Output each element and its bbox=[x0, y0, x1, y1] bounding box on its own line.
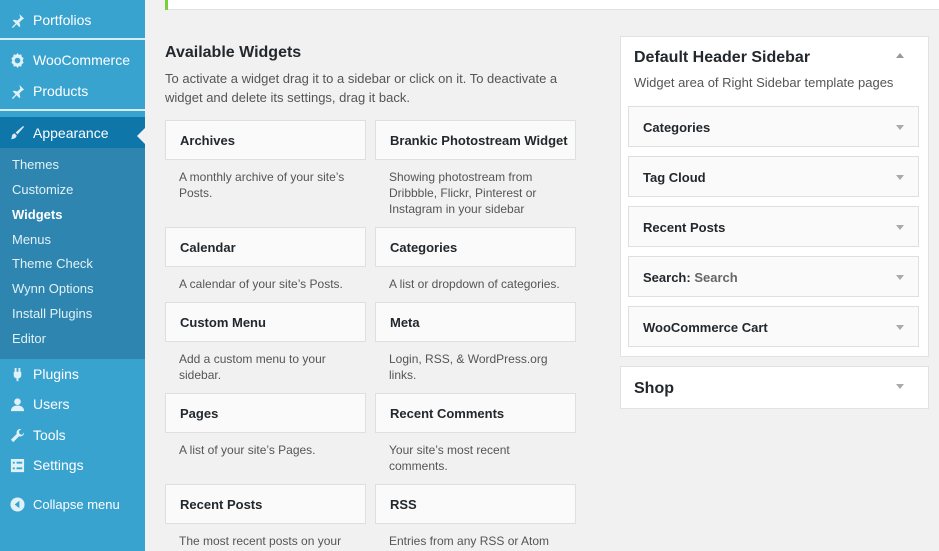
user-icon bbox=[9, 396, 25, 412]
pin-icon bbox=[9, 12, 25, 28]
submenu-item-widgets[interactable]: Widgets bbox=[12, 207, 62, 222]
menu-item-portfolios[interactable]: Portfolios bbox=[0, 8, 145, 32]
widget-description: The most recent posts on your bbox=[179, 534, 342, 548]
expand-down-icon[interactable] bbox=[896, 325, 904, 330]
menu-item-tools[interactable]: Tools bbox=[0, 423, 145, 447]
sidebar-widget-tag-cloud[interactable]: Tag Cloud bbox=[628, 156, 919, 197]
widget-title: Recent Comments bbox=[390, 406, 505, 421]
widget-recent-comments[interactable]: Recent Comments bbox=[375, 393, 576, 433]
widget-title: Categories bbox=[390, 240, 458, 255]
sidebar-widget-search[interactable]: Search: Search bbox=[628, 256, 919, 297]
widget-title-name: Search bbox=[643, 270, 687, 285]
widget-title: Recent Posts bbox=[643, 220, 726, 235]
submenu-item-editor[interactable]: Editor bbox=[12, 331, 46, 346]
widget-recent-posts[interactable]: Recent Posts bbox=[165, 484, 366, 524]
widget-meta[interactable]: Meta bbox=[375, 302, 576, 342]
widget-title: Search: Search bbox=[643, 270, 738, 285]
menu-item-label: Tools bbox=[33, 427, 66, 443]
collapse-menu-button[interactable]: Collapse menu bbox=[0, 492, 145, 516]
submenu-item-menus[interactable]: Menus bbox=[12, 232, 51, 247]
sidebar-area-title: Shop bbox=[634, 380, 674, 397]
sidebar-widget-woocommerce-cart[interactable]: WooCommerce Cart bbox=[628, 306, 919, 347]
notice-accent-bar bbox=[165, 0, 168, 10]
widget-title: Meta bbox=[390, 315, 420, 330]
widget-description: Your site’s most recent comments. bbox=[389, 443, 510, 473]
widget-title: Custom Menu bbox=[180, 315, 266, 330]
current-menu-arrow bbox=[137, 128, 145, 144]
widget-title: Recent Posts bbox=[180, 497, 263, 512]
widget-title: Calendar bbox=[180, 240, 236, 255]
gear-icon bbox=[9, 52, 25, 68]
sidebar-area-description: Widget area of Right Sidebar template pa… bbox=[634, 75, 894, 90]
menu-separator bbox=[0, 109, 145, 111]
widget-description: Add a custom menu to your sidebar. bbox=[179, 352, 326, 382]
widget-rss[interactable]: RSS bbox=[375, 484, 576, 524]
pin-icon bbox=[9, 83, 25, 99]
widget-description: Login, RSS, & WordPress.org links. bbox=[389, 352, 548, 382]
collapse-icon bbox=[9, 496, 25, 512]
widget-archives[interactable]: Archives bbox=[165, 120, 366, 160]
sidebar-area-shop[interactable]: Shop bbox=[620, 366, 929, 409]
wrench-icon bbox=[9, 427, 25, 443]
admin-sidebar: Portfolios WooCommerce Products Appearan… bbox=[0, 0, 145, 551]
expand-down-icon[interactable] bbox=[896, 384, 904, 389]
submenu-item-themes[interactable]: Themes bbox=[12, 157, 59, 172]
widget-pages[interactable]: Pages bbox=[165, 393, 366, 433]
menu-item-woocommerce[interactable]: WooCommerce bbox=[0, 48, 145, 72]
widget-custom-menu[interactable]: Custom Menu bbox=[165, 302, 366, 342]
settings-icon bbox=[9, 457, 25, 473]
expand-down-icon[interactable] bbox=[896, 175, 904, 180]
widget-description: A calendar of your site’s Posts. bbox=[179, 277, 343, 291]
widget-title: Brankic Photostream Widget bbox=[390, 133, 568, 148]
appearance-submenu: Themes Customize Widgets Menus Theme Che… bbox=[0, 148, 145, 359]
menu-item-appearance[interactable]: Appearance bbox=[0, 117, 145, 148]
plug-icon bbox=[9, 366, 25, 382]
expand-down-icon[interactable] bbox=[896, 275, 904, 280]
menu-item-label: Portfolios bbox=[33, 12, 92, 28]
sidebar-widget-recent-posts[interactable]: Recent Posts bbox=[628, 206, 919, 247]
expand-down-icon[interactable] bbox=[896, 225, 904, 230]
menu-item-label: Plugins bbox=[33, 366, 79, 382]
widget-categories[interactable]: Categories bbox=[375, 227, 576, 267]
expand-down-icon[interactable] bbox=[896, 125, 904, 130]
sidebar-widget-categories[interactable]: Categories bbox=[628, 106, 919, 147]
admin-notice-strip bbox=[165, 0, 939, 10]
collapse-menu-label: Collapse menu bbox=[33, 496, 120, 512]
collapse-up-icon[interactable] bbox=[896, 53, 904, 58]
submenu-item-customize[interactable]: Customize bbox=[12, 182, 73, 197]
menu-item-plugins[interactable]: Plugins bbox=[0, 362, 145, 386]
submenu-item-theme-check[interactable]: Theme Check bbox=[12, 256, 93, 271]
widget-title: RSS bbox=[390, 497, 417, 512]
widget-description: A monthly archive of your site’s Posts. bbox=[179, 170, 345, 200]
widget-description: Showing photostream from Dribbble, Flick… bbox=[389, 170, 537, 216]
menu-item-users[interactable]: Users bbox=[0, 392, 145, 416]
widget-in-title: Search bbox=[694, 270, 738, 285]
submenu-item-install-plugins[interactable]: Install Plugins bbox=[12, 306, 92, 321]
widget-title: WooCommerce Cart bbox=[643, 320, 768, 335]
menu-separator bbox=[0, 38, 145, 40]
available-widgets-description: To activate a widget drag it to a sideba… bbox=[165, 71, 558, 105]
widget-description: A list or dropdown of categories. bbox=[389, 277, 560, 291]
widget-title: Categories bbox=[643, 120, 711, 135]
widget-description: Entries from any RSS or Atom bbox=[389, 534, 550, 548]
menu-item-label: WooCommerce bbox=[33, 52, 130, 68]
widget-title: Archives bbox=[180, 133, 235, 148]
brush-icon bbox=[9, 125, 25, 141]
menu-item-label: Settings bbox=[33, 457, 84, 473]
menu-item-settings[interactable]: Settings bbox=[0, 453, 145, 477]
menu-item-label: Products bbox=[33, 83, 89, 99]
widget-title: Tag Cloud bbox=[643, 170, 706, 185]
widget-calendar[interactable]: Calendar bbox=[165, 227, 366, 267]
menu-item-products[interactable]: Products bbox=[0, 79, 145, 103]
widget-title: Pages bbox=[180, 406, 219, 421]
sidebar-area-title[interactable]: Default Header Sidebar bbox=[634, 49, 810, 67]
menu-item-label: Users bbox=[33, 396, 70, 412]
sidebar-area-default-header: Default Header Sidebar Widget area of Ri… bbox=[620, 36, 929, 357]
submenu-item-wynn-options[interactable]: Wynn Options bbox=[12, 281, 94, 296]
widget-brankic-photostream[interactable]: Brankic Photostream Widget bbox=[375, 120, 576, 160]
available-widgets-title: Available Widgets bbox=[165, 44, 302, 61]
menu-item-label: Appearance bbox=[33, 124, 109, 141]
widget-description: A list of your site’s Pages. bbox=[179, 443, 316, 457]
